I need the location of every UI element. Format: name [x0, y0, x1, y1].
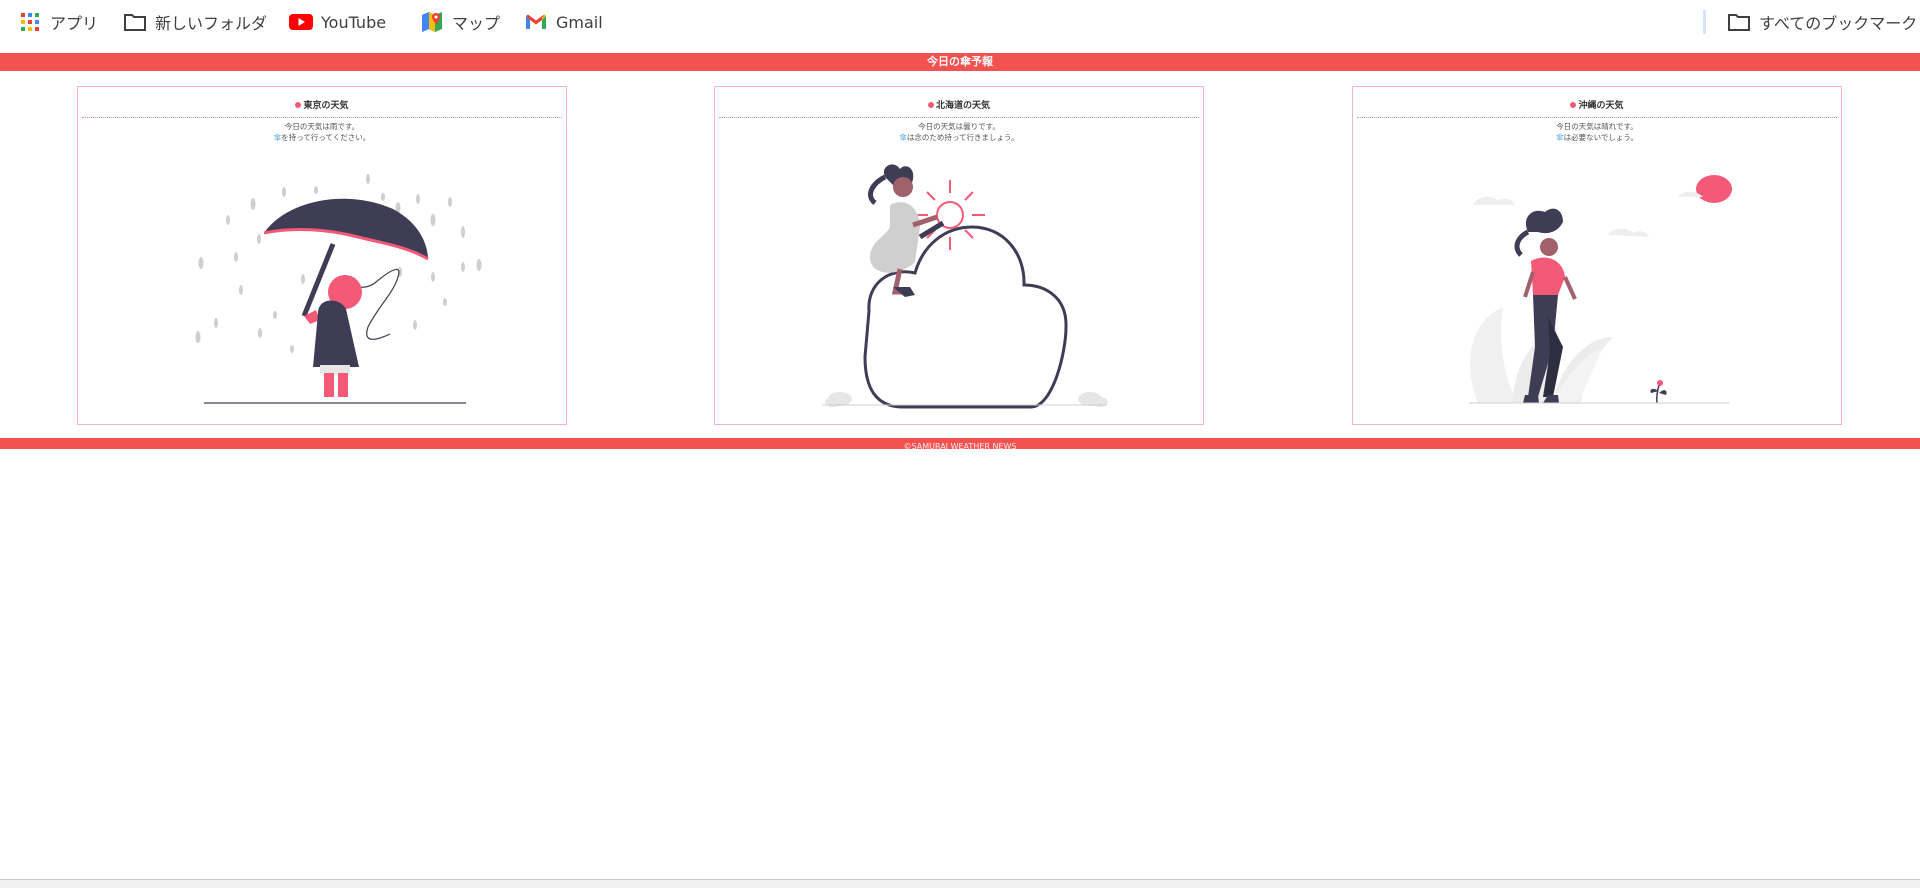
youtube-icon — [289, 10, 313, 34]
apps-grid-icon — [18, 10, 42, 34]
cloudy-illustration — [822, 164, 1108, 409]
bookmark-maps[interactable]: マップ — [420, 8, 500, 36]
bookmarks-separator — [1703, 10, 1706, 34]
bookmark-gmail-label: Gmail — [556, 12, 603, 32]
weather-card-okinawa: 沖縄の天気 今日の天気は晴れです。 傘は必要ないでしょう。 — [1352, 86, 1842, 425]
folder-icon — [1727, 10, 1751, 34]
sunny-illustration — [1469, 175, 1732, 404]
bookmark-youtube-label: YouTube — [321, 12, 387, 32]
folder-icon — [123, 10, 147, 34]
bookmark-new-folder[interactable]: 新しいフォルダ — [123, 8, 267, 36]
bookmark-maps-label: マップ — [452, 14, 501, 33]
weather-card-tokyo: 東京の天気 今日の天気は雨です。 傘を持って行ってください。 — [77, 86, 567, 425]
bookmark-new-folder-label: 新しいフォルダ — [155, 14, 268, 33]
footer-copyright-link[interactable]: ©SAMURAI WEATHER NEWS — [904, 442, 1017, 451]
bookmark-youtube[interactable]: YouTube — [289, 8, 386, 36]
sun-icon — [1696, 175, 1732, 203]
bookmarks-bar: アプリ 新しいフォルダ YouTube マップ Gmail すべてのブックマーク — [0, 0, 1920, 44]
bookmark-apps-label: アプリ — [50, 14, 99, 33]
rain-illustration — [195, 174, 482, 404]
weather-card-hokkaido: 北海道の天気 今日の天気は曇りです。 傘は念のため持って行きましょう。 — [714, 86, 1204, 425]
bookmark-all-bookmarks[interactable]: すべてのブックマーク — [1727, 8, 1917, 36]
bookmark-gmail[interactable]: Gmail — [524, 8, 603, 36]
footer: ©SAMURAI WEATHER NEWS — [0, 438, 1920, 451]
bookmark-all-bookmarks-label: すべてのブックマーク — [1759, 14, 1918, 33]
maps-icon — [420, 10, 444, 34]
gmail-icon — [524, 10, 548, 34]
page-title: 今日の傘予報 — [0, 53, 1920, 71]
bookmark-apps[interactable]: アプリ — [18, 8, 98, 36]
